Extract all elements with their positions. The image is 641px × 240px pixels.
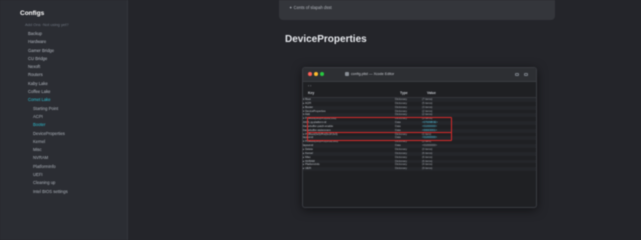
sidebar-item-intel-bios-settings[interactable]: Intel BIOS settings: [0, 188, 127, 196]
main-content: ✦ Cents of slapah dsst DeviceProperties …: [129, 0, 641, 240]
sidebar-item-kernel[interactable]: Kernel: [0, 138, 127, 146]
column-type-header: Type: [400, 91, 408, 95]
page-heading: DeviceProperties: [285, 34, 367, 45]
window-titlebar: config.plist — Xcode Editor: [303, 68, 536, 82]
sidebar-item-misc[interactable]: Misc: [0, 146, 127, 154]
info-callout: ✦ Cents of slapah dsst: [279, 0, 555, 20]
sidebar-item-platforminfo[interactable]: PlatformInfo: [0, 163, 127, 171]
sidebar-item-deviceproperties[interactable]: DeviceProperties: [0, 130, 127, 138]
plist-type-cell: Dictionary: [395, 167, 407, 171]
sidebar-item-uefi[interactable]: UEFI: [0, 171, 127, 179]
sidebar-nav: Backup Hardware Gamer Bridge CU Bridge Nexof…: [0, 30, 127, 196]
sidebar-toggle-icon: [515, 73, 519, 76]
sidebar-item-backup[interactable]: Backup: [0, 30, 127, 38]
minimize-window-icon: [314, 72, 318, 76]
sidebar-item-cleaning-up[interactable]: Cleaning up: [0, 179, 127, 187]
sidebar-item-hardware[interactable]: Hardware: [0, 38, 127, 46]
plist-editor-screenshot: config.plist — Xcode Editor ‹ › Key Type…: [302, 67, 537, 208]
column-value-header: Value: [427, 91, 436, 95]
plist-rows: ▾ Root Dictionary (7 items) ▸ ACPI Dictiona…: [303, 98, 536, 172]
sidebar-item-kaby-lake[interactable]: Kaby Lake: [0, 80, 127, 88]
window-title: config.plist — Xcode Editor: [351, 72, 395, 76]
sidebar-item-acpi[interactable]: ACPI: [0, 113, 127, 121]
sidebar-item-nvram[interactable]: NVRAM: [0, 154, 127, 162]
zoom-window-icon: [320, 72, 324, 76]
sidebar-item-starting-point[interactable]: Starting Point: [0, 105, 127, 113]
sidebar-item-gamer-bridge[interactable]: Gamer Bridge: [0, 47, 127, 55]
plist-value-cell: (9 items): [422, 167, 433, 171]
inspector-toggle-icon: [524, 73, 528, 76]
document-icon: [345, 72, 349, 76]
close-window-icon: [308, 72, 312, 76]
sidebar-item-comet-lake[interactable]: Comet Lake: [0, 96, 127, 104]
column-header: Key Type Value: [303, 91, 536, 98]
sidebar-subtitle[interactable]: Add Ons ·Not using yet?: [0, 20, 127, 30]
column-key-header: Key: [308, 91, 315, 95]
sidebar-item-routers[interactable]: Routers: [0, 71, 127, 79]
editor-toolbar: ‹ ›: [308, 84, 312, 88]
sidebar-item-coffee-lake[interactable]: Coffee Lake: [0, 88, 127, 96]
sidebar-title: Configs: [20, 10, 45, 17]
callout-text: ✦ Cents of slapah dsst: [289, 5, 332, 10]
plist-row[interactable]: ▸ UEFI Dictionary (9 items): [303, 167, 536, 172]
sidebar-item-booter[interactable]: Booter: [0, 121, 127, 129]
sidebar-item-cu-bridge[interactable]: CU Bridge: [0, 55, 127, 63]
plist-key-cell: ▸ UEFI: [303, 167, 312, 171]
sidebar-item-nexoft[interactable]: Nexoft: [0, 63, 127, 71]
sidebar: Configs Add Ons ·Not using yet? Backup Ha…: [0, 0, 128, 240]
